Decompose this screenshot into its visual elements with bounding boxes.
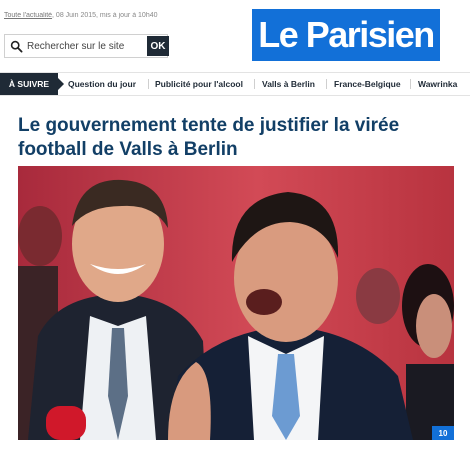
search-ok-button[interactable]: OK — [147, 36, 169, 56]
nav-item-france-belgique[interactable]: France-Belgique — [334, 73, 401, 95]
nav-item-question-du-jour[interactable]: Question du jour — [68, 73, 136, 95]
nav-highlight-a-suivre: À SUIVRE — [0, 73, 64, 95]
nav-separator — [254, 79, 255, 89]
nav-separator — [148, 79, 149, 89]
publish-date: , 08 Juin 2015, mis à jour à 10h40 — [52, 12, 158, 19]
nav-item-publicite-alcool[interactable]: Publicité pour l'alcool — [155, 73, 243, 95]
topline: Toute l'actualité, 08 Juin 2015, mis à j… — [4, 12, 224, 19]
nav-item-valls-berlin[interactable]: Valls à Berlin — [262, 73, 315, 95]
search-box: OK — [4, 34, 169, 58]
article-headline[interactable]: Le gouvernement tente de justifier la vi… — [18, 114, 458, 162]
nav-separator — [326, 79, 327, 89]
all-news-link[interactable]: Toute l'actualité — [4, 12, 52, 19]
search-input[interactable] — [27, 38, 143, 54]
nav-separator — [410, 79, 411, 89]
photo-illustration — [18, 166, 454, 440]
article-photo[interactable]: 10 — [18, 166, 454, 440]
nav-item-wawrinka[interactable]: Wawrinka — [418, 73, 457, 95]
photo-count-badge[interactable]: 10 — [432, 426, 454, 440]
search-icon — [10, 40, 23, 53]
topics-navbar: À SUIVRE Question du jour Publicité pour… — [0, 72, 470, 96]
le-parisien-logo[interactable]: Le Parisien — [252, 9, 440, 61]
